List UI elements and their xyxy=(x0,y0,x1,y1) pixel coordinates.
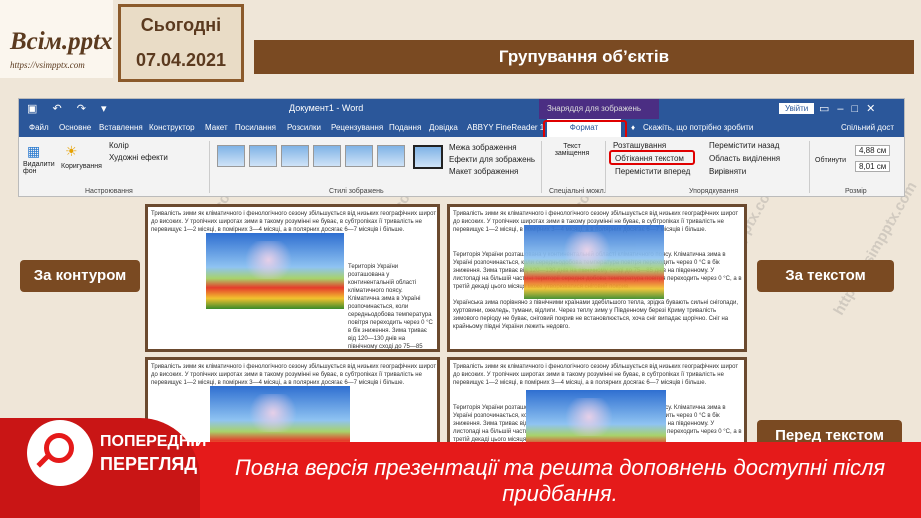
ribbon-body: ▦ Видалити фон ☀ Коригування Колір Худож… xyxy=(19,137,904,196)
style-thumb[interactable] xyxy=(281,145,309,167)
tab-insert[interactable]: Вставлення xyxy=(99,123,143,132)
tell-me-input[interactable]: Скажіть, що потрібно зробити xyxy=(643,123,753,132)
arrange-group-label: Упорядкування xyxy=(689,188,739,195)
flowers-image xyxy=(206,233,344,309)
panel-text: Тривалість зими як кліматичного і феноло… xyxy=(151,364,437,386)
watermark: https://vsimpptx.com xyxy=(830,178,921,319)
label-contour: За контуром xyxy=(20,260,140,292)
tab-abbyy[interactable]: ABBYY FineReader 1 xyxy=(467,123,544,132)
quick-access-icons[interactable]: ▣ ↶ ↷ ▾ xyxy=(27,102,113,115)
example-contour: Тривалість зими як кліматичного і феноло… xyxy=(145,204,440,352)
tab-mailings[interactable]: Розсилки xyxy=(287,123,321,132)
corrections-icon[interactable]: ☀ xyxy=(65,143,78,160)
example-by-text: Тривалість зими як кліматичного і феноло… xyxy=(447,204,747,352)
logo-area: Всім.pptx https://vsimpptx.com xyxy=(0,0,113,78)
flowers-image xyxy=(524,225,664,299)
tab-home[interactable]: Основне xyxy=(59,123,91,132)
style-thumb[interactable] xyxy=(217,145,245,167)
bring-forward-button[interactable]: Перемістити вперед xyxy=(615,167,690,176)
separator xyxy=(209,141,210,193)
logo-url: https://vsimpptx.com xyxy=(10,60,85,70)
slide-title: Групування об’єктів xyxy=(254,40,914,74)
size-group-label: Розмір xyxy=(845,188,867,195)
style-thumb[interactable] xyxy=(345,145,373,167)
preview-label-2: ПЕРЕГЛЯД xyxy=(100,454,198,474)
align-button[interactable]: Вирівняти xyxy=(709,167,746,176)
preview-label-1: ПОПЕРЕДНІЙ xyxy=(100,433,207,450)
tab-view[interactable]: Подання xyxy=(389,123,421,132)
panel-text: Українська зима порівняно з північними к… xyxy=(453,300,739,330)
today-label: Сьогодні xyxy=(140,15,222,35)
accessibility-group-label: Спеціальні можл. xyxy=(549,188,606,195)
style-thumb[interactable] xyxy=(249,145,277,167)
label-by-text: За текстом xyxy=(757,260,894,292)
separator xyxy=(809,141,810,193)
signin-button[interactable]: Увійти xyxy=(779,103,815,114)
tab-design[interactable]: Конструктор xyxy=(149,123,195,132)
panel-text: Тривалість зими як кліматичного і феноло… xyxy=(151,211,437,233)
adjust-group-label: Настроювання xyxy=(85,188,133,195)
width-field[interactable]: 8,01 см xyxy=(855,161,891,172)
corrections-button[interactable]: Коригування xyxy=(61,163,102,170)
logo: Всім.pptx xyxy=(10,28,113,55)
remove-background-button[interactable]: Видалити фон xyxy=(23,161,57,175)
purchase-message: Повна версія презентації та решта доповн… xyxy=(234,455,886,506)
selection-pane-button[interactable]: Область виділення xyxy=(709,154,780,163)
window-controls[interactable]: ▭–□✕ xyxy=(819,102,883,115)
send-backward-button[interactable]: Перемістити назад xyxy=(709,141,779,150)
tab-references[interactable]: Посилання xyxy=(235,123,276,132)
picture-border-button[interactable]: Межа зображення xyxy=(449,143,517,152)
ribbon-tabs: Файл Основне Вставлення Конструктор Маке… xyxy=(19,119,904,137)
remove-background-icon[interactable]: ▦ xyxy=(27,143,40,160)
date-label: 07.04.2021 xyxy=(135,50,227,70)
picture-layout-button[interactable]: Макет зображення xyxy=(449,167,518,176)
word-window: ▣ ↶ ↷ ▾ Документ1 - Word Знаряддя для зо… xyxy=(18,98,905,197)
date-box: Сьогодні 07.04.2021 xyxy=(118,4,244,82)
separator xyxy=(541,141,542,193)
style-thumb[interactable] xyxy=(413,145,443,169)
lightbulb-icon: ♦ xyxy=(631,123,636,132)
share-button[interactable]: Спільний дост xyxy=(841,123,894,132)
tab-help[interactable]: Довідка xyxy=(429,123,458,132)
alt-text-button[interactable]: Текст заміщення xyxy=(551,143,593,157)
height-field[interactable]: 4,88 см xyxy=(855,145,891,156)
artistic-effects-button[interactable]: Художні ефекти xyxy=(109,153,168,162)
styles-group-label: Стилі зображень xyxy=(329,188,384,195)
word-title-bar: ▣ ↶ ↷ ▾ Документ1 - Word Знаряддя для зо… xyxy=(19,99,904,119)
panel-text: Територія України розташована у континен… xyxy=(348,264,433,350)
crop-button[interactable]: Обтинути xyxy=(815,157,846,164)
panel-text: Тривалість зими як кліматичного і феноло… xyxy=(453,364,739,386)
style-thumb[interactable] xyxy=(377,145,405,167)
wrap-text-highlight xyxy=(609,150,695,165)
document-title: Документ1 - Word xyxy=(289,103,364,113)
style-thumb[interactable] xyxy=(313,145,341,167)
position-button[interactable]: Розташування xyxy=(613,141,666,150)
separator xyxy=(605,141,606,193)
tab-layout[interactable]: Макет xyxy=(205,123,228,132)
tab-review[interactable]: Рецензування xyxy=(331,123,383,132)
picture-effects-button[interactable]: Ефекти для зображень xyxy=(449,155,535,164)
picture-tools-label: Знаряддя для зображень xyxy=(539,99,659,119)
color-button[interactable]: Колір xyxy=(109,141,129,150)
tab-file[interactable]: Файл xyxy=(29,123,49,132)
